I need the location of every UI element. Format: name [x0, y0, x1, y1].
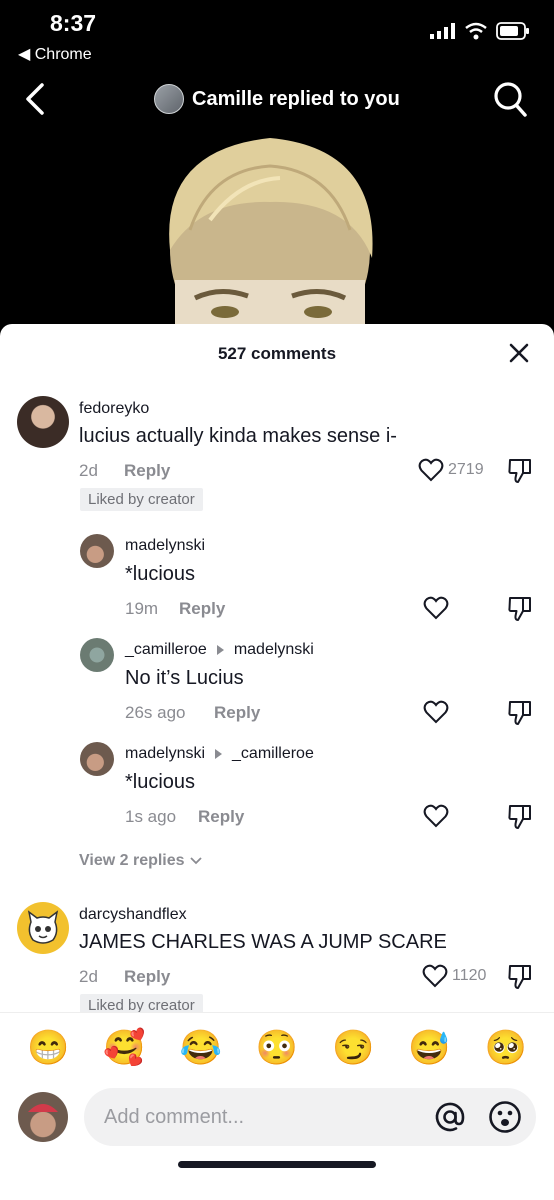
reply-time: 19m	[125, 599, 159, 618]
liked-by-creator-badge: Liked by creator	[80, 994, 203, 1012]
avatar[interactable]	[80, 742, 114, 776]
comment-time: 2d	[79, 967, 98, 986]
chevron-down-icon	[189, 857, 202, 865]
comments-header: 527 comments	[0, 324, 554, 380]
avatar[interactable]	[80, 534, 114, 568]
reply-button[interactable]: Reply	[124, 967, 170, 987]
comment-input-box	[84, 1088, 536, 1146]
comment-username[interactable]: fedoreyko	[79, 400, 149, 418]
wifi-icon	[465, 22, 487, 40]
view-more-replies-button[interactable]: View 2 replies	[79, 852, 203, 870]
comment-input-row	[0, 1082, 554, 1154]
battery-icon	[496, 22, 529, 40]
like-count: 2719	[448, 461, 484, 478]
reply-button[interactable]: Reply	[198, 807, 244, 827]
reply-to-username[interactable]: madelynski	[234, 641, 314, 659]
heart-icon[interactable]	[423, 804, 449, 828]
like-count: 1120	[452, 967, 487, 984]
back-to-app-link[interactable]: ◀ Chrome	[18, 44, 92, 64]
reply-text: No it’s Lucius	[125, 667, 244, 689]
comment-text: lucius actually kinda makes sense i-	[79, 425, 397, 447]
reply-button[interactable]: Reply	[124, 461, 170, 481]
close-icon[interactable]	[506, 340, 532, 366]
emoji-smirk-button[interactable]: 😏	[332, 1031, 374, 1065]
liked-by-creator-badge: Liked by creator	[80, 488, 203, 511]
dislike-icon[interactable]	[508, 596, 532, 622]
cartoon-avatar-icon	[27, 910, 59, 944]
video-frame-face	[169, 138, 373, 340]
comments-list: fedoreyko lucius actually kinda makes se…	[0, 380, 554, 1012]
avatar	[18, 1092, 68, 1142]
reply-button[interactable]: Reply	[179, 599, 225, 619]
reply-button[interactable]: Reply	[214, 703, 260, 723]
emoji-quick-bar: 😁 🥰 😂 😳 😏 😅 🥺	[0, 1012, 554, 1082]
notification-title: Camille replied to you	[192, 87, 400, 110]
emoji-smiling-hearts-button[interactable]: 🥰	[103, 1031, 145, 1065]
dislike-icon[interactable]	[508, 964, 532, 990]
reply-time: 1s ago	[125, 807, 177, 826]
reply-username-row: madelynski _camilleroe	[125, 745, 314, 763]
back-chevron-icon[interactable]	[20, 82, 50, 116]
emoji-grin-button[interactable]: 😁	[27, 1031, 69, 1065]
status-time: 8:37	[50, 10, 97, 36]
comment-username[interactable]: darcyshandflex	[79, 906, 187, 924]
emoji-picker-icon[interactable]	[488, 1100, 522, 1134]
comment-text: JAMES CHARLES WAS A JUMP SCARE	[79, 931, 447, 953]
reply-text: *lucious	[125, 563, 196, 585]
reply-username[interactable]: _camilleroe	[125, 641, 207, 659]
like-button[interactable]: 1120	[422, 964, 486, 988]
dislike-icon[interactable]	[508, 700, 532, 726]
emoji-flushed-button[interactable]: 😳	[256, 1031, 298, 1065]
status-icons	[430, 22, 530, 40]
replier-avatar	[154, 84, 184, 114]
heart-icon	[422, 964, 448, 988]
reply-username[interactable]: madelynski	[125, 537, 205, 555]
view-replies-label: View 2 replies	[79, 852, 185, 869]
search-icon[interactable]	[492, 80, 528, 118]
reply-time: 26s ago	[125, 703, 186, 722]
emoji-sweat-smile-button[interactable]: 😅	[408, 1031, 450, 1065]
dislike-icon[interactable]	[508, 804, 532, 830]
add-comment-input[interactable]	[104, 1088, 424, 1146]
dislike-icon[interactable]	[508, 458, 532, 484]
mention-at-icon[interactable]	[434, 1101, 466, 1133]
reply-to-arrow-icon	[215, 749, 223, 759]
comment-time: 2d	[79, 461, 98, 480]
avatar[interactable]	[80, 638, 114, 672]
home-indicator[interactable]	[178, 1161, 376, 1168]
avatar[interactable]	[17, 902, 69, 954]
reply-username[interactable]: madelynski	[125, 745, 205, 763]
comments-sheet: 527 comments fedoreyko lucius actually k…	[0, 324, 554, 1200]
reply-text: *lucious	[125, 771, 196, 793]
reply-to-arrow-icon	[216, 645, 224, 655]
like-button[interactable]: 2719	[418, 458, 484, 482]
reply-username-row: _camilleroe madelynski	[125, 641, 314, 659]
cap-icon	[28, 1104, 58, 1112]
avatar[interactable]	[17, 396, 69, 448]
reply-to-username[interactable]: _camilleroe	[232, 745, 314, 763]
notification-header: Camille replied to you	[154, 84, 400, 114]
heart-icon[interactable]	[423, 700, 449, 724]
heart-icon[interactable]	[423, 596, 449, 620]
emoji-joy-button[interactable]: 😂	[180, 1031, 222, 1065]
emoji-pleading-button[interactable]: 🥺	[485, 1031, 527, 1065]
heart-icon	[418, 458, 444, 482]
cellular-signal-icon	[430, 23, 455, 39]
comment-count-title: 527 comments	[217, 344, 337, 363]
